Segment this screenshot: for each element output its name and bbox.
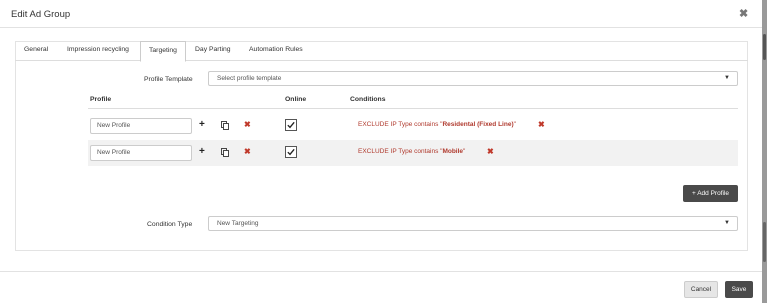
tab-impression-recycling[interactable]: Impression recycling — [67, 41, 129, 61]
delete-condition-icon[interactable]: ✖ — [487, 147, 494, 156]
modal-title: Edit Ad Group — [11, 9, 71, 20]
condition-value: Mobile — [442, 148, 464, 155]
edit-ad-group-modal: Edit Ad Group ✖ General Impression recyc… — [0, 0, 762, 303]
close-icon[interactable]: ✖ — [739, 7, 748, 20]
condition-prefix: EXCLUDE IP Type contains " — [358, 148, 443, 155]
tab-targeting[interactable]: Targeting — [140, 41, 186, 62]
condition-text: EXCLUDE IP Type contains "Residental (Fi… — [358, 121, 516, 128]
tab-general[interactable]: General — [24, 41, 48, 61]
caret-down-icon: ▼ — [724, 220, 730, 226]
condition-prefix: EXCLUDE IP Type contains " — [358, 121, 443, 128]
condition-suffix: " — [463, 148, 466, 155]
delete-condition-icon[interactable]: ✖ — [538, 120, 545, 129]
scrollbar-thumb[interactable] — [763, 222, 766, 262]
column-header-profile: Profile — [90, 96, 112, 103]
save-button[interactable]: Save — [725, 281, 753, 298]
condition-type-value: New Targeting — [217, 220, 259, 227]
profile-template-select[interactable]: Select profile template ▼ — [208, 71, 738, 86]
tab-bar: General Impression recycling Targeting D… — [15, 41, 748, 62]
online-checkbox[interactable] — [285, 119, 297, 131]
profile-name-input[interactable]: New Profile — [90, 118, 192, 134]
add-condition-icon[interactable]: + — [199, 119, 205, 131]
condition-type-label: Condition Type — [147, 221, 193, 228]
condition-text: EXCLUDE IP Type contains "Mobile" — [358, 148, 465, 155]
copy-icon[interactable] — [221, 121, 229, 130]
condition-type-select[interactable]: New Targeting ▼ — [208, 216, 738, 231]
table-row: New Profile + ✖ EXCLUDE IP Type contains… — [88, 113, 738, 139]
profile-template-placeholder: Select profile template — [217, 75, 282, 82]
table-row: New Profile + ✖ EXCLUDE IP Type contains… — [88, 140, 738, 166]
tab-day-parting[interactable]: Day Parting — [195, 41, 231, 61]
modal-header: Edit Ad Group ✖ — [0, 0, 762, 28]
table-header-divider — [88, 108, 738, 109]
footer-divider — [0, 271, 762, 272]
copy-icon[interactable] — [221, 148, 229, 157]
add-profile-button[interactable]: + Add Profile — [683, 185, 738, 202]
delete-profile-icon[interactable]: ✖ — [244, 147, 251, 156]
profile-name-input[interactable]: New Profile — [90, 145, 192, 161]
online-checkbox[interactable] — [285, 146, 297, 158]
cancel-button[interactable]: Cancel — [684, 281, 718, 298]
condition-suffix: " — [513, 121, 516, 128]
condition-value: Residental (Fixed Line) — [442, 121, 514, 128]
delete-profile-icon[interactable]: ✖ — [244, 120, 251, 129]
add-condition-icon[interactable]: + — [199, 146, 205, 158]
tab-automation-rules[interactable]: Automation Rules — [249, 41, 303, 61]
caret-down-icon: ▼ — [724, 75, 730, 81]
profile-template-label: Profile Template — [144, 76, 193, 83]
column-header-conditions: Conditions — [350, 96, 386, 103]
column-header-online: Online — [285, 96, 307, 103]
scrollbar-thumb[interactable] — [763, 34, 766, 60]
